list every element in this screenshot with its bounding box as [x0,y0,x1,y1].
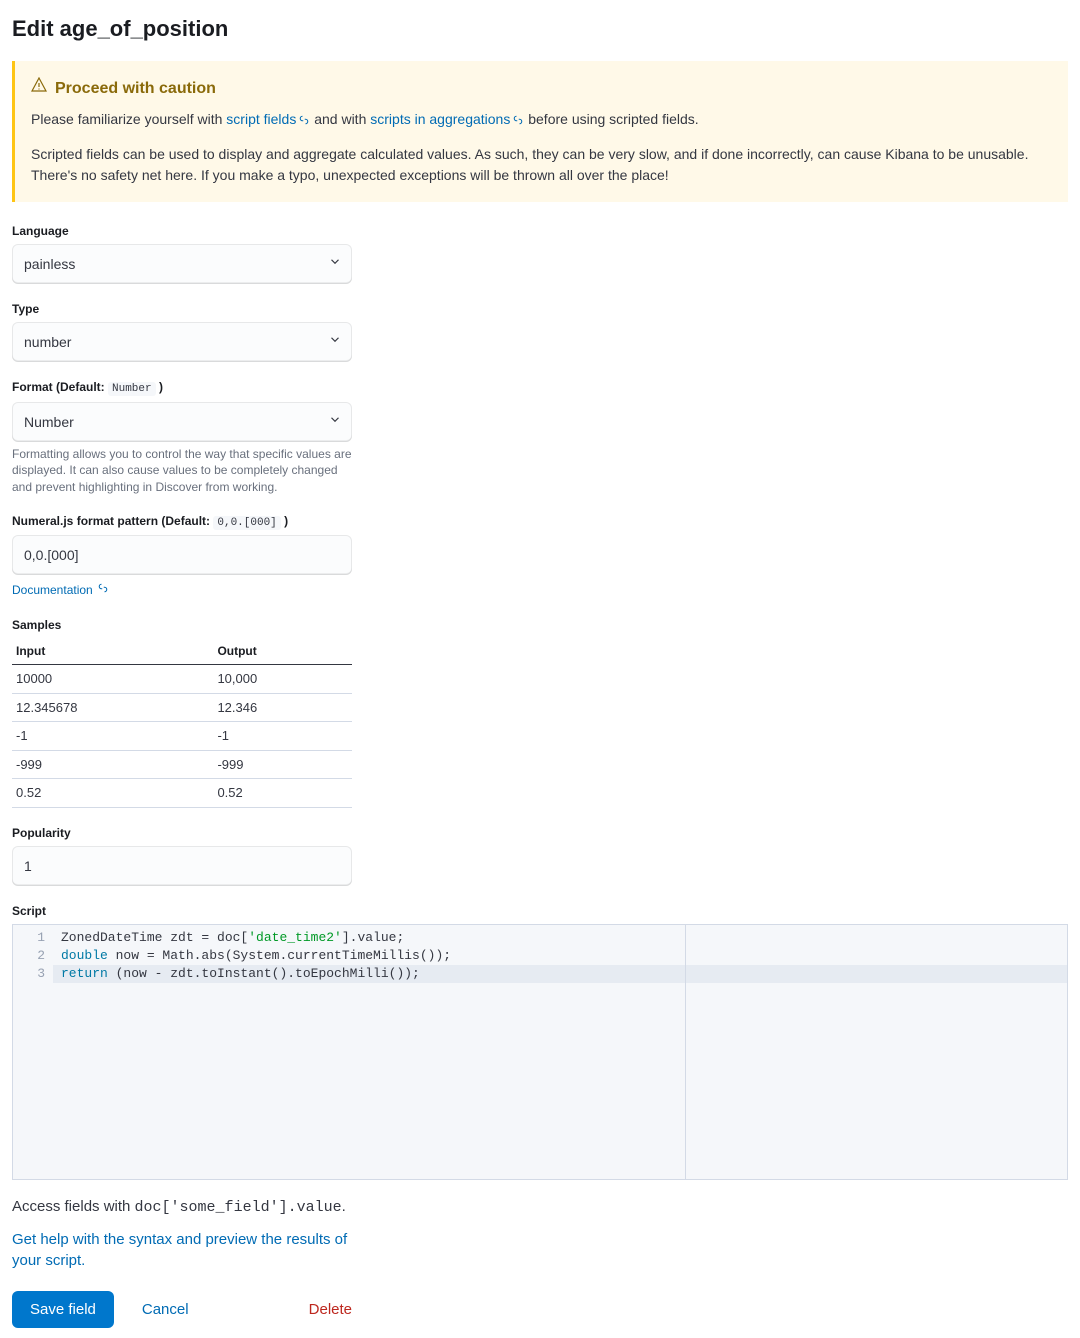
external-link-icon [97,581,109,599]
callout-text-3: before using scripted fields. [524,111,698,127]
script-editor[interactable]: 1 2 3 ZonedDateTime zdt = doc['date_time… [12,924,1068,1180]
samples-th-input: Input [12,638,213,665]
access-fields-hint: Access fields with doc['some_field'].val… [12,1196,1068,1220]
documentation-link[interactable]: Documentation [12,581,109,599]
script-fields-link[interactable]: script fields [226,111,310,127]
external-link-icon [512,111,524,132]
editor-gutter: 1 2 3 [13,925,53,1179]
table-row: 12.34567812.346 [12,693,352,722]
delete-button[interactable]: Delete [309,1291,352,1328]
format-label: Format (Default: Number ) [12,378,352,398]
format-select[interactable] [12,402,352,442]
samples-table: Input Output 1000010,000 12.34567812.346… [12,638,352,808]
external-link-icon [298,111,310,132]
type-select[interactable] [12,322,352,362]
callout-para2: Scripted fields can be used to display a… [31,144,1052,186]
format-help-text: Formatting allows you to control the way… [12,446,352,496]
callout-body: Please familiarize yourself with script … [31,109,1052,186]
save-button[interactable]: Save field [12,1291,114,1328]
language-select[interactable] [12,244,352,284]
callout-title: Proceed with caution [31,77,1052,101]
popularity-label: Popularity [12,824,352,842]
callout-text-1: Please familiarize yourself with [31,111,226,127]
language-label: Language [12,222,352,240]
syntax-help-link[interactable]: Get help with the syntax and preview the… [12,1229,352,1271]
table-row: 0.520.52 [12,779,352,808]
cancel-button[interactable]: Cancel [142,1291,189,1328]
callout-title-text: Proceed with caution [55,77,216,101]
samples-label: Samples [12,616,352,634]
caution-callout: Proceed with caution Please familiarize … [12,61,1068,202]
warning-icon [31,77,47,101]
popularity-input[interactable] [12,846,352,886]
samples-th-output: Output [213,638,352,665]
table-row: -1-1 [12,722,352,751]
table-row: 1000010,000 [12,665,352,694]
table-row: -999-999 [12,750,352,779]
numeral-pattern-input[interactable] [12,535,352,575]
scripts-aggregations-link[interactable]: scripts in aggregations [370,111,524,127]
editor-code[interactable]: ZonedDateTime zdt = doc['date_time2'].va… [53,925,1067,1179]
numeral-label: Numeral.js format pattern (Default: 0,0.… [12,512,352,532]
script-label: Script [12,902,1068,920]
callout-text-2: and with [310,111,370,127]
page-title: Edit age_of_position [12,12,1068,45]
type-label: Type [12,300,352,318]
editor-ruler [685,925,686,1179]
